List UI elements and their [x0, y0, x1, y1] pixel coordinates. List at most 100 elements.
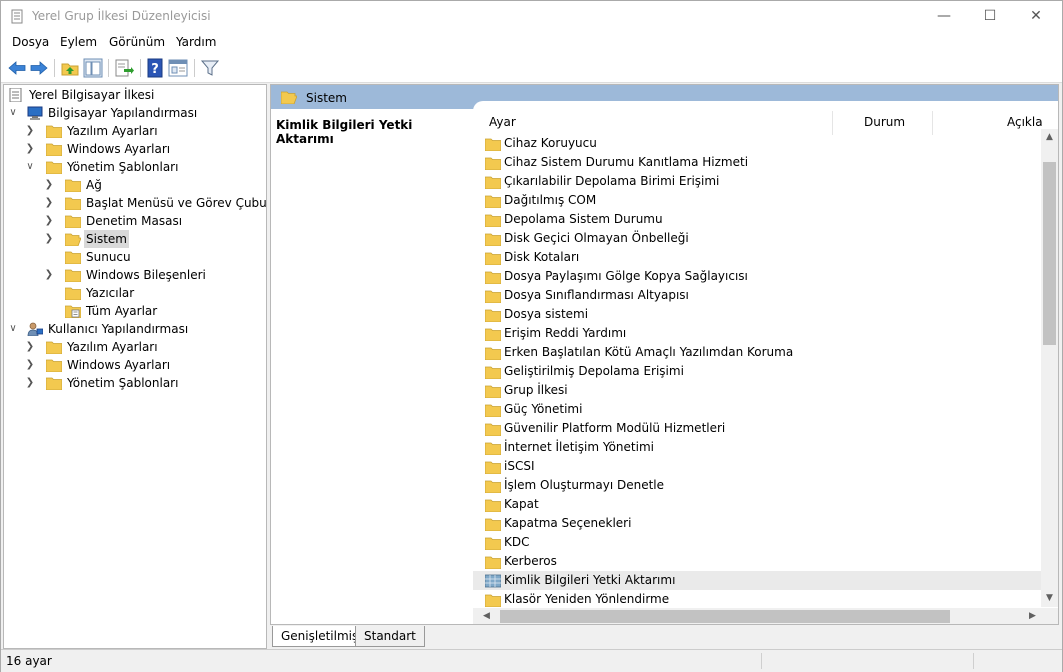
open-folder-icon	[65, 233, 81, 246]
menu-gorunum[interactable]: Görünüm	[109, 35, 165, 49]
scroll-up-icon[interactable]: ▲	[1041, 129, 1058, 146]
vertical-scrollbar[interactable]: ▲ ▼	[1041, 129, 1058, 607]
list-item[interactable]: iSCSI	[473, 457, 1042, 476]
maximize-button[interactable]: ☐	[967, 1, 1013, 32]
chevron-right-icon[interactable]: ❯	[24, 140, 36, 158]
list-item[interactable]: Grup İlkesi	[473, 381, 1042, 400]
folder-icon	[485, 461, 501, 474]
list-item[interactable]: Geliştirilmiş Depolama Erişimi	[473, 362, 1042, 381]
list-item[interactable]: Cihaz Koruyucu	[473, 134, 1042, 153]
folder-icon	[485, 252, 501, 265]
list-item[interactable]: KDC	[473, 533, 1042, 552]
list-item[interactable]: Kerberos	[473, 552, 1042, 571]
policy-editor-icon	[11, 9, 23, 24]
menu-dosya[interactable]: Dosya	[12, 35, 49, 49]
tab-extended[interactable]: Genişletilmiş	[272, 626, 368, 647]
list-item[interactable]: Erişim Reddi Yardımı	[473, 324, 1042, 343]
column-header-state[interactable]: Durum	[864, 115, 905, 129]
list-item[interactable]: İnternet İletişim Yönetimi	[473, 438, 1042, 457]
toolbar-separator	[108, 59, 109, 77]
column-divider[interactable]	[832, 111, 833, 135]
folder-icon	[485, 214, 501, 227]
scroll-down-icon[interactable]: ▼	[1041, 590, 1058, 607]
folder-icon	[485, 138, 501, 151]
list-item[interactable]: Disk Geçici Olmayan Önbelleği	[473, 229, 1042, 248]
list-item[interactable]: İşlem Oluşturmayı Denetle	[473, 476, 1042, 495]
chevron-right-icon[interactable]: ❯	[43, 266, 55, 284]
chevron-down-icon[interactable]: ∨	[24, 158, 36, 176]
list-item[interactable]: Dağıtılmış COM	[473, 191, 1042, 210]
list-item-label: Geliştirilmiş Depolama Erişimi	[504, 364, 684, 378]
folder-icon	[46, 161, 62, 174]
chevron-right-icon[interactable]: ❯	[43, 194, 55, 212]
folder-icon	[65, 269, 81, 282]
properties-icon[interactable]	[168, 58, 188, 78]
column-divider[interactable]	[932, 111, 933, 135]
export-list-icon[interactable]	[114, 58, 134, 78]
folder-icon	[485, 594, 501, 607]
list-item[interactable]: Güvenilir Platform Modülü Hizmetleri	[473, 419, 1042, 438]
tree-label: Windows Bileşenleri	[86, 268, 206, 282]
list-item[interactable]: Dosya sistemi	[473, 305, 1042, 324]
chevron-down-icon[interactable]: ∨	[7, 104, 19, 122]
list-item-label: Kimlik Bilgileri Yetki Aktarımı	[504, 573, 676, 587]
folder-icon	[485, 556, 501, 569]
filter-icon[interactable]	[200, 58, 220, 78]
folder-icon	[485, 442, 501, 455]
chevron-right-icon[interactable]: ❯	[24, 122, 36, 140]
list-item-label: Erişim Reddi Yardımı	[504, 326, 627, 340]
help-icon[interactable]: ?	[146, 58, 166, 78]
column-header-comment[interactable]: Açıkla	[1007, 115, 1043, 129]
chevron-right-icon[interactable]: ❯	[43, 230, 55, 248]
tree-label: Yazıcılar	[86, 286, 135, 300]
folder-icon	[65, 197, 81, 210]
list-item-label: Depolama Sistem Durumu	[504, 212, 663, 226]
chevron-down-icon[interactable]: ∨	[7, 320, 19, 338]
horizontal-scrollbar[interactable]: ◀ ▶	[473, 608, 1041, 624]
back-arrow-icon[interactable]	[7, 58, 27, 78]
status-text: 16 ayar	[6, 654, 52, 668]
list-item[interactable]: Dosya Paylaşımı Gölge Kopya Sağlayıcısı	[473, 267, 1042, 286]
list-item[interactable]: Cihaz Sistem Durumu Kanıtlama Hizmeti	[473, 153, 1042, 172]
tree-label: Tüm Ayarlar	[86, 304, 158, 318]
forward-arrow-icon[interactable]	[29, 58, 49, 78]
list-item-label: Grup İlkesi	[504, 383, 568, 397]
list-item[interactable]: Dosya Sınıflandırması Altyapısı	[473, 286, 1042, 305]
scroll-right-icon[interactable]: ▶	[1024, 608, 1041, 624]
list-item[interactable]: Klasör Yeniden Yönlendirme	[473, 590, 1042, 609]
folder-icon	[485, 271, 501, 284]
chevron-right-icon[interactable]: ❯	[24, 356, 36, 374]
close-button[interactable]: ✕	[1013, 1, 1059, 32]
list-item-label: Dağıtılmış COM	[504, 193, 597, 207]
chevron-right-icon[interactable]: ❯	[24, 374, 36, 392]
list-item[interactable]: Depolama Sistem Durumu	[473, 210, 1042, 229]
list-item[interactable]: Kimlik Bilgileri Yetki Aktarımı	[473, 571, 1042, 590]
list-item[interactable]: Çıkarılabilir Depolama Birimi Erişimi	[473, 172, 1042, 191]
show-hide-tree-icon[interactable]	[83, 58, 103, 78]
minimize-button[interactable]: —	[921, 1, 967, 32]
computer-icon	[27, 106, 43, 120]
column-header-setting[interactable]: Ayar	[489, 115, 516, 129]
chevron-right-icon[interactable]: ❯	[43, 176, 55, 194]
tree-label: Sistem	[84, 230, 129, 248]
scroll-left-icon[interactable]: ◀	[478, 608, 495, 624]
menu-yardim[interactable]: Yardım	[176, 35, 216, 49]
tree-label: Yazılım Ayarları	[67, 340, 158, 354]
list-item-label: iSCSI	[504, 459, 535, 473]
list-item-label: Cihaz Sistem Durumu Kanıtlama Hizmeti	[504, 155, 749, 169]
vertical-scroll-thumb[interactable]	[1043, 162, 1056, 345]
menu-eylem[interactable]: Eylem	[60, 35, 97, 49]
up-folder-icon[interactable]	[60, 58, 80, 78]
list-item[interactable]: Erken Başlatılan Kötü Amaçlı Yazılımdan …	[473, 343, 1042, 362]
tab-standard[interactable]: Standart	[355, 626, 425, 647]
list-item[interactable]: Kapatma Seçenekleri	[473, 514, 1042, 533]
folder-icon	[65, 287, 81, 300]
list-item-label: İnternet İletişim Yönetimi	[504, 440, 654, 454]
list-item[interactable]: Güç Yönetimi	[473, 400, 1042, 419]
list-item[interactable]: Kapat	[473, 495, 1042, 514]
chevron-right-icon[interactable]: ❯	[24, 338, 36, 356]
horizontal-scroll-thumb[interactable]	[500, 610, 950, 623]
chevron-right-icon[interactable]: ❯	[43, 212, 55, 230]
list-item[interactable]: Disk Kotaları	[473, 248, 1042, 267]
tree-label: Yönetim Şablonları	[67, 160, 179, 174]
